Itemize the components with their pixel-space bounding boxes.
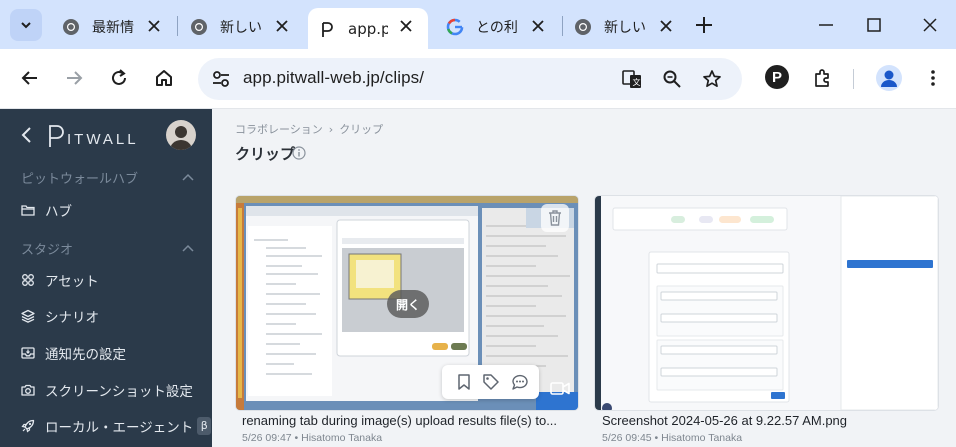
maximize-icon[interactable] [862,13,886,37]
delete-clip-button[interactable] [541,204,569,232]
camera-icon [21,384,35,396]
sidebar-item-label: 通知先の設定 [45,347,126,363]
sidebar-item-notifications[interactable]: 通知先の設定 [21,342,126,364]
breadcrumb-collaboration[interactable]: コラボレーション [235,121,323,137]
open-clip-button[interactable]: 開く [387,290,429,318]
pitwall-p-icon [318,20,336,38]
more-vertical-icon[interactable] [921,66,945,90]
clip-title[interactable]: Screenshot 2024-05-26 at 9.22.57 AM.png [602,413,847,428]
clip-card-1[interactable]: 開く [236,196,578,410]
bookmark-icon[interactable] [455,373,473,391]
page-title: クリップ [235,145,296,163]
grid-icon [22,274,34,286]
layers-icon [21,309,35,323]
close-icon[interactable] [146,18,162,34]
site-settings-icon[interactable] [210,68,232,90]
tab-title: 新しいタブ [604,19,646,36]
new-tab-plus-icon[interactable] [692,13,716,37]
close-icon[interactable] [398,18,414,34]
tab-title: 新しいタブ [220,19,262,36]
sidebar-item-local-agent[interactable]: ローカル・エージェント β [21,415,212,437]
clip-card-2[interactable] [595,196,938,410]
rocket-icon [21,419,35,433]
info-icon[interactable] [292,146,306,160]
chevron-up-icon[interactable] [182,173,194,181]
address-bar[interactable]: app.pitwall-web.jp/clips/ 文 [198,58,742,100]
clip-title[interactable]: renaming tab during image(s) upload resu… [242,413,557,428]
sidebar-item-label: シナリオ [45,310,99,326]
zoom-icon[interactable] [660,67,684,91]
browser-toolbar: app.pitwall-web.jp/clips/ 文 P [0,49,956,109]
close-icon[interactable] [274,18,290,34]
sidebar-item-screenshot-settings[interactable]: スクリーンショット設定 [21,379,193,401]
profile-avatar-icon[interactable] [876,65,902,91]
pitwall-logo: ITWALL [47,123,143,149]
sidebar-section-studio: スタジオ [21,243,74,258]
close-icon[interactable] [658,18,674,34]
tab-title: app.pitwall-web.jp [348,19,388,38]
window-close-icon[interactable] [918,13,942,37]
sidebar-item-label: スクリーンショット設定 [45,384,193,400]
browser-tab-4[interactable]: との利用 [436,8,560,45]
translate-icon[interactable]: 文 [620,67,644,91]
chrome-icon [62,18,80,36]
home-icon[interactable] [152,66,176,90]
close-icon[interactable] [530,18,546,34]
comment-icon[interactable] [511,373,529,391]
chrome-icon [574,18,592,36]
url-text: app.pitwall-web.jp/clips/ [243,68,425,87]
sidebar-item-assets[interactable]: アセット [21,269,99,291]
svg-text:文: 文 [633,77,641,87]
browser-tab-strip: 最新情報 新しいタブ app.pitwall-web.jp との利用 新しいタブ [0,0,956,49]
avatar[interactable] [166,120,196,150]
sidebar-item-scenarios[interactable]: シナリオ [21,305,99,327]
browser-tab-active[interactable]: app.pitwall-web.jp [308,8,428,49]
breadcrumb-clips: クリップ [339,123,384,136]
video-icon[interactable] [549,377,571,399]
beta-badge: β [197,417,212,435]
breadcrumb: コラボレーション › クリップ [235,121,383,137]
tab-title: 最新情報 [92,19,134,36]
main-content: コラボレーション › クリップ クリップ 開く renaming tab dur… [212,109,956,447]
chrome-icon [190,18,208,36]
sidebar-item-hub[interactable]: ハブ [21,199,72,221]
google-g-icon [446,18,464,36]
back-chevron-icon[interactable] [20,126,34,144]
back-arrow-icon[interactable] [18,66,42,90]
tag-icon[interactable] [482,373,500,391]
inbox-icon [21,347,35,359]
browser-tab-1[interactable]: 最新情報 [52,8,176,45]
clip-thumbnail [595,196,938,410]
browser-tab-5[interactable]: 新しいタブ [564,8,688,45]
forward-arrow-icon[interactable] [62,66,86,90]
chevron-up-icon[interactable] [182,244,194,252]
chevron-down-icon [21,22,31,29]
svg-text:ITWALL: ITWALL [67,131,139,148]
tab-title: との利用 [476,19,518,36]
sidebar-item-label: ハブ [45,204,72,220]
sidebar-section-pitwall-hub: ピットウォールハブ [21,172,139,187]
sidebar-item-label: アセット [45,274,99,290]
sidebar: ITWALL ピットウォールハブ ハブ スタジオ アセット シナリオ 通知先の設… [0,109,212,447]
reload-icon[interactable] [107,66,131,90]
minimize-icon[interactable] [814,13,838,37]
tab-search-button[interactable] [10,9,42,41]
extensions-puzzle-icon[interactable] [810,66,834,90]
clip-meta: 5/26 09:47 • Hisatomo Tanaka [242,432,383,444]
pitwall-extension-icon[interactable]: P [765,65,789,89]
clip-meta: 5/26 09:45 • Hisatomo Tanaka [602,432,743,444]
bookmark-star-icon[interactable] [700,67,724,91]
sidebar-item-label: ローカル・エージェント [45,420,194,436]
browser-tab-2[interactable]: 新しいタブ [180,8,304,45]
breadcrumb-separator-icon: › [328,122,334,136]
trash-icon [549,210,561,226]
folder-icon [21,205,35,216]
clip-action-bar [442,365,539,399]
